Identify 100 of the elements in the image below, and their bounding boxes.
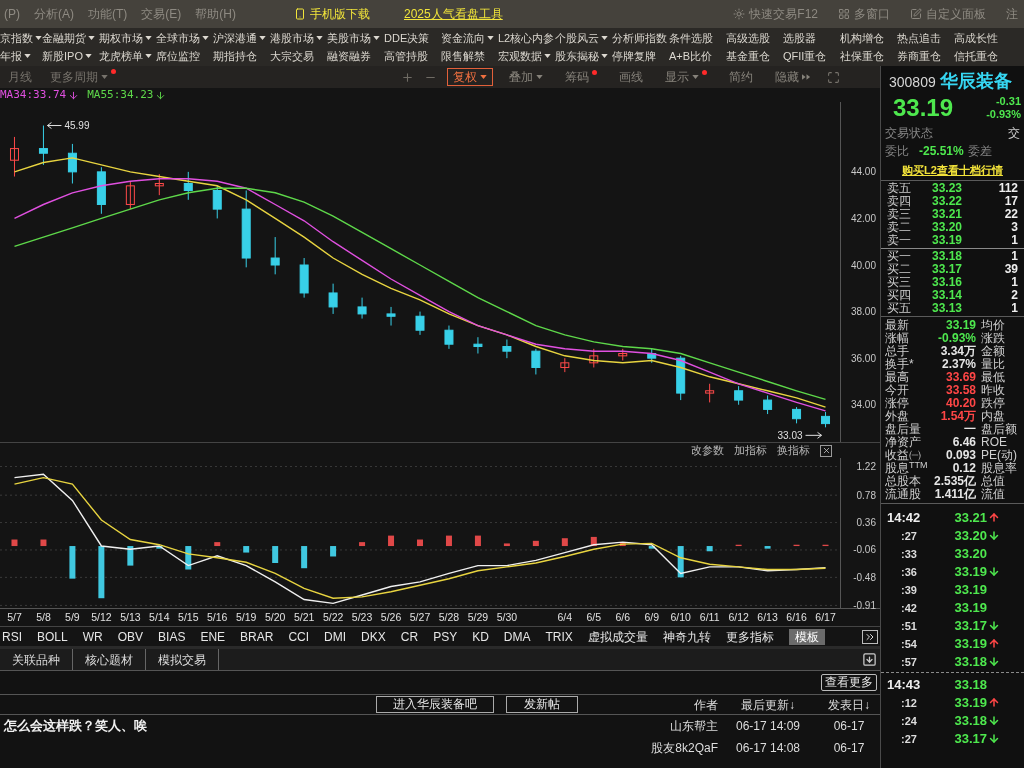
order-volume: 2: [1011, 288, 1018, 302]
stat-label: 换手*: [885, 357, 914, 371]
trade-time: :36: [901, 565, 917, 578]
trade-price: 33.18: [954, 654, 987, 669]
trade-price: 33.21: [954, 510, 987, 525]
order-price: 33.17: [932, 262, 962, 276]
order-volume: 22: [1004, 207, 1018, 221]
date-axis-label: 5/27: [409, 611, 431, 623]
trade-price: 33.19: [954, 695, 987, 710]
trade-time: :27: [901, 732, 917, 745]
price-axis-label: 44.00: [850, 166, 876, 178]
order-price: 33.23: [932, 181, 962, 195]
date-axis-label: 6/4: [557, 611, 573, 623]
date-axis-label: 5/26: [380, 611, 402, 623]
stat-value: 40.20: [945, 396, 976, 410]
order-volume: 1: [1011, 275, 1018, 289]
stat-label: 涨幅: [885, 331, 909, 345]
stat-label: 量比: [981, 357, 1005, 371]
moving-average-legend: MA34:33.74: [0, 86, 67, 104]
stat-label: 总股本: [885, 474, 921, 488]
indicator-axis-label: -0.48: [853, 571, 876, 583]
order-volume: 1: [1011, 233, 1018, 247]
date-axis-label: 6/16: [786, 611, 807, 623]
indicator-axis-label: -0.06: [853, 544, 876, 556]
indicator-axis-label: 0.36: [856, 517, 876, 529]
stat-label: 金额: [981, 344, 1005, 358]
trade-price: 33.17: [954, 618, 987, 633]
indicator-axis-label: 0.78: [856, 489, 876, 501]
stat-value: 3.34万: [940, 344, 976, 358]
stat-label: ROE: [981, 435, 1007, 449]
indicator-axis-label: 1.22: [856, 461, 876, 472]
post-date: 06-17: [833, 741, 865, 755]
stat-label: 涨跌: [981, 331, 1005, 345]
stat-label: 跌停: [981, 396, 1005, 410]
stock-code: 300809: [889, 73, 936, 92]
date-axis-label: 5/22: [322, 611, 344, 623]
order-price: 33.14: [932, 288, 962, 302]
date-axis-label: 5/19: [236, 611, 257, 623]
trade-price: 33.20: [954, 528, 987, 543]
order-volume: 1: [1011, 301, 1018, 315]
stat-value: 一: [964, 422, 976, 436]
order-level-label: 卖三: [887, 207, 911, 221]
stock-name: 华辰装备: [939, 70, 1012, 92]
order-level-label: 卖四: [887, 194, 911, 208]
order-price: 33.18: [932, 249, 962, 263]
trade-price: 33.18: [954, 713, 987, 728]
order-volume: 1: [1011, 249, 1018, 263]
date-axis-label: 5/13: [120, 611, 141, 623]
trade-price: 33.20: [954, 546, 987, 561]
stat-label: 均价: [981, 318, 1005, 332]
stat-value: 33.19: [945, 318, 976, 332]
date-axis-label: 5/30: [496, 611, 518, 623]
order-price: 33.19: [932, 233, 962, 247]
stat-label: PE(动): [981, 448, 1017, 462]
stat-value: 2.535亿: [933, 474, 976, 488]
stat-label: 股息$^{TTM}$: [885, 461, 928, 475]
trade-time: :27: [901, 529, 917, 542]
ratio-value: -25.51%: [919, 143, 964, 160]
stat-value: 2.37%: [941, 357, 976, 371]
order-level-label: 买二: [887, 262, 911, 276]
indicator-axis-label: -0.91: [853, 599, 876, 611]
stat-label: 最新: [885, 318, 909, 332]
order-level-label: 卖一: [887, 233, 911, 247]
stat-label: 最低: [981, 370, 1005, 384]
stat-value: 0.093: [945, 448, 976, 462]
date-axis-label: 6/10: [670, 611, 691, 623]
trade-price: 33.18: [954, 677, 987, 692]
date-axis-label: 5/16: [207, 611, 228, 623]
order-volume: 17: [1004, 194, 1018, 208]
stat-value: 1.411亿: [934, 487, 976, 501]
order-level-label: 买四: [887, 288, 911, 302]
trade-price: 33.17: [954, 731, 987, 746]
order-level-label: 买一: [887, 249, 911, 263]
order-volume: 39: [1004, 262, 1018, 276]
stat-label: 净资产: [885, 435, 921, 449]
price-axis-label: 38.00: [850, 306, 876, 318]
date-axis-label: 6/9: [644, 611, 660, 623]
last-price: 33.19: [893, 95, 954, 121]
order-level-label: 卖五: [887, 181, 911, 195]
date-axis-label: 5/14: [149, 611, 170, 623]
date-axis-label: 5/15: [178, 611, 199, 623]
date-axis-label: 6/5: [586, 611, 602, 623]
percent-change: -0.93%: [986, 108, 1021, 121]
low-price-label: 33.03: [777, 430, 803, 442]
trade-price: 33.19: [954, 636, 987, 651]
stat-label: 最高: [885, 370, 909, 384]
price-axis-label: 40.00: [850, 259, 876, 271]
order-level-label: 卖二: [887, 220, 911, 234]
stat-label: 涨停: [885, 396, 909, 410]
order-price: 33.16: [932, 275, 962, 289]
date-axis-label: 5/9: [65, 611, 80, 623]
order-level-label: 买三: [887, 275, 911, 289]
order-volume: 3: [1011, 220, 1018, 234]
trade-price: 33.19: [954, 564, 987, 579]
post-updated-time: 06-17 14:09: [735, 719, 801, 733]
difference-label: 委差: [967, 143, 992, 160]
post-author: 股友8k2QaF: [651, 741, 718, 755]
stat-label: 盘后额: [981, 422, 1017, 436]
stat-value: 1.54万: [940, 409, 976, 423]
trade-time: :12: [901, 696, 917, 709]
